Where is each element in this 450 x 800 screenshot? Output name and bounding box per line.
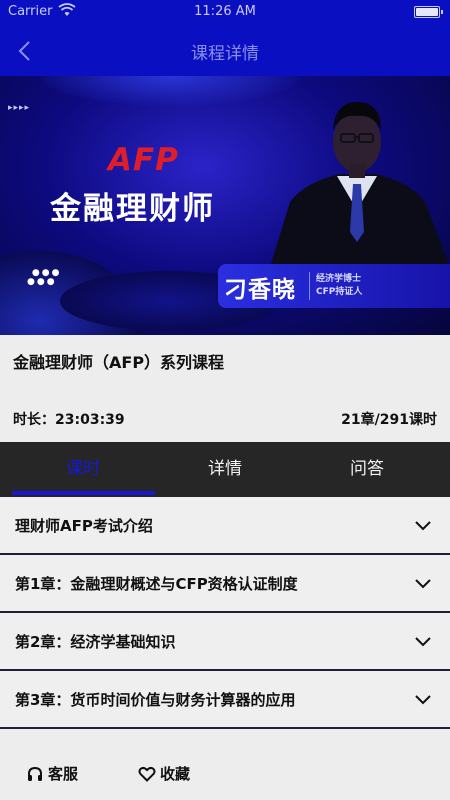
status-bar: Carrier 11:26 AM bbox=[0, 0, 450, 26]
status-time: 11:26 AM bbox=[194, 4, 256, 19]
banner-wave-decoration bbox=[40, 76, 300, 106]
customer-service-button[interactable]: 客服 bbox=[26, 763, 78, 784]
chapter-row[interactable]: 第1章：金融理财概述与CFP资格认证制度 bbox=[0, 555, 450, 613]
favorite-label: 收藏 bbox=[160, 765, 191, 783]
credential-line: 经济学博士 bbox=[316, 274, 362, 284]
credential-line: CFP持证人 bbox=[316, 287, 363, 297]
heart-icon bbox=[138, 766, 156, 782]
tab-qa[interactable]: 问答 bbox=[292, 442, 442, 497]
chapter-label: 第3章：货币时间价值与财务计算器的应用 bbox=[15, 691, 296, 709]
tab-lessons[interactable]: 课时 bbox=[8, 442, 158, 497]
tab-details[interactable]: 详情 bbox=[150, 442, 300, 497]
lecturer-credentials: 经济学博士 CFP持证人 bbox=[316, 273, 362, 299]
banner-arrows: ▸▸▸▸ bbox=[8, 103, 31, 113]
chapter-row[interactable]: 理财师AFP考试介绍 bbox=[0, 497, 450, 555]
battery-fill bbox=[416, 8, 438, 16]
chevron-down-icon[interactable] bbox=[414, 518, 432, 532]
chevron-down-icon[interactable] bbox=[414, 634, 432, 648]
course-info: 金融理财师（AFP）系列课程 时长：23:03:39 21章/291课时 bbox=[0, 335, 450, 442]
tab-bar: 课时 详情 问答 bbox=[0, 442, 450, 497]
course-title: 金融理财师（AFP）系列课程 bbox=[13, 353, 225, 372]
chapter-label: 理财师AFP考试介绍 bbox=[15, 517, 153, 535]
chevron-down-icon[interactable] bbox=[414, 692, 432, 706]
chevron-down-icon[interactable] bbox=[414, 576, 432, 590]
battery-icon bbox=[414, 6, 443, 18]
nav-bar: 课程详情 bbox=[0, 26, 450, 76]
tab-active-indicator bbox=[12, 491, 155, 495]
chapter-label: 第2章：经济学基础知识 bbox=[15, 633, 176, 651]
chapter-label: 第1章：金融理财概述与CFP资格认证制度 bbox=[15, 575, 298, 593]
headset-icon bbox=[28, 766, 42, 781]
lecturer-card: 刁香晓 经济学博士 CFP持证人 bbox=[218, 264, 450, 308]
banner-title: 金融理财师 bbox=[50, 191, 215, 227]
lecturer-card-divider bbox=[309, 272, 310, 300]
dots-decoration: ●●● ●●● bbox=[27, 268, 62, 287]
page-title: 课程详情 bbox=[191, 44, 259, 64]
bottom-action-bar: 客服 收藏 bbox=[0, 745, 450, 800]
chapter-row[interactable]: 第3章：货币时间价值与财务计算器的应用 bbox=[0, 671, 450, 729]
course-duration: 时长：23:03:39 bbox=[13, 412, 125, 428]
customer-service-label: 客服 bbox=[48, 765, 79, 783]
lecturer-photo bbox=[270, 102, 450, 267]
favorite-button[interactable]: 收藏 bbox=[138, 763, 190, 784]
chapter-row[interactable]: 第2章：经济学基础知识 bbox=[0, 613, 450, 671]
course-chapter-count: 21章/291课时 bbox=[341, 412, 437, 428]
chapter-list: 理财师AFP考试介绍 第1章：金融理财概述与CFP资格认证制度 第2章：经济学基… bbox=[0, 497, 450, 729]
course-banner: ▸▸▸▸ AFP 金融理财师 ●●● ●●● 刁香晓 经济学博士 CFP持证人 bbox=[0, 76, 450, 335]
lecturer-name: 刁香晓 bbox=[224, 277, 296, 303]
banner-tag: AFP bbox=[108, 142, 179, 178]
